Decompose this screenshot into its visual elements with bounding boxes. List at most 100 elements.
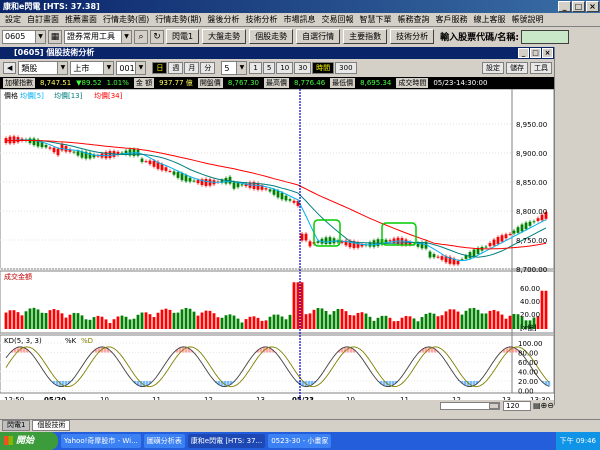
volume-bar: [516, 314, 520, 329]
menu-item-9[interactable]: 智慧下單: [357, 14, 395, 25]
period-button-2[interactable]: 月: [184, 62, 200, 74]
toolbar-button-2[interactable]: 個股走勢: [249, 29, 294, 44]
volume-bar: [168, 309, 172, 329]
menu-item-2[interactable]: 推薦畫面: [62, 14, 100, 25]
volume-bar: [176, 312, 180, 329]
volume-bar: [204, 310, 208, 329]
menu-item-1[interactable]: 自訂畫面: [24, 14, 62, 25]
period-button-1[interactable]: 週: [168, 62, 184, 74]
task-item-3[interactable]: 0523-30 - 小畫家: [268, 434, 332, 448]
candle-body: [384, 239, 388, 243]
volume-bar: [404, 316, 408, 329]
function-code-combo[interactable]: 0605 ▼: [2, 29, 46, 44]
period-button-0[interactable]: 日: [152, 62, 168, 74]
volume-bar: [448, 309, 452, 329]
menu-item-7[interactable]: 市場訊息: [281, 14, 319, 25]
sub-maximize-button[interactable]: □: [530, 48, 541, 58]
task-item-2[interactable]: 康和e閃電 [HTS: 37...: [187, 434, 266, 448]
volume-bar: [508, 315, 512, 329]
technical-chart[interactable]: 8,950.00 8,900.00 8,850.00 8,800.00 8,750.00…: [0, 89, 554, 405]
refresh-icon[interactable]: ↻: [150, 29, 164, 44]
volume-bar: [260, 320, 264, 329]
start-button[interactable]: 開始: [0, 432, 58, 450]
volume-tick-label: 60.00: [520, 285, 540, 293]
interval-combo[interactable]: 5 ▼: [221, 61, 248, 75]
volume-bar: [244, 319, 248, 329]
volume-bar: [56, 310, 60, 329]
minute-button-1[interactable]: 5: [262, 62, 276, 74]
toolbar-button-1[interactable]: 大盤走勢: [202, 29, 247, 44]
menu-item-5[interactable]: 盤後分析: [205, 14, 243, 25]
minute-button-5[interactable]: 300: [335, 62, 357, 74]
volume-bar: [124, 316, 128, 329]
volume-bar: [396, 320, 400, 329]
toolbar-button-4[interactable]: 主要指數: [343, 29, 388, 44]
right-button-0[interactable]: 設定: [482, 62, 504, 74]
zoom-icons[interactable]: ▤⊕⊖: [533, 401, 554, 410]
candle-body: [432, 254, 436, 258]
kd-legend-2: %D: [81, 337, 93, 345]
minute-button-4[interactable]: 時間: [312, 62, 335, 74]
scroll-track[interactable]: [440, 402, 500, 410]
volume-bar: [324, 310, 328, 329]
close-button[interactable]: ×: [586, 1, 599, 12]
market-combo[interactable]: 上市 ▼: [70, 61, 115, 75]
price-legend-1: 均價[5]: [20, 91, 44, 100]
volume-bar: [540, 290, 544, 329]
right-button-1[interactable]: 儲存: [506, 62, 528, 74]
stock-input[interactable]: [520, 29, 569, 44]
type-combo[interactable]: 類股 ▼: [18, 61, 69, 75]
right-button-2[interactable]: 工具: [530, 62, 552, 74]
zoom-combo[interactable]: 120: [503, 401, 531, 411]
volume-bar: [296, 282, 300, 329]
period-button-3[interactable]: 分: [200, 62, 216, 74]
price-legend-2: 均價[13]: [54, 91, 83, 100]
volume-bar: [52, 309, 56, 329]
candle-body: [428, 251, 432, 258]
minute-button-0[interactable]: 1: [249, 62, 262, 74]
grid-icon[interactable]: ▦: [48, 29, 62, 44]
menu-item-8[interactable]: 交易回報: [319, 14, 357, 25]
minimize-button[interactable]: _: [558, 1, 571, 12]
menu-item-4[interactable]: 行情走勢(期): [152, 14, 204, 25]
volume-bar: [292, 282, 296, 329]
candle-body: [300, 233, 304, 241]
volume-bar: [160, 309, 164, 329]
prev-button[interactable]: ◀: [3, 62, 17, 74]
minute-button-3[interactable]: 30: [294, 62, 312, 74]
toolbar-button-5[interactable]: 技術分析: [390, 29, 435, 44]
volume-tick-label: 40.00: [520, 298, 540, 306]
code-combo[interactable]: 001 ▼: [116, 61, 147, 75]
volume-bar: [488, 310, 492, 329]
menu-item-11[interactable]: 客戶服務: [433, 14, 471, 25]
sub-minimize-button[interactable]: _: [518, 48, 529, 58]
sub-close-button[interactable]: ×: [542, 48, 553, 58]
menu-item-6[interactable]: 技術分析: [243, 14, 281, 25]
chart-scrollbar[interactable]: 120 ▤⊕⊖: [0, 400, 554, 412]
menu-item-10[interactable]: 帳務查詢: [395, 14, 433, 25]
kd-legend-0: KD(5, 3, 3): [4, 337, 42, 345]
candle-body: [456, 260, 460, 265]
app-window: 康和e閃電 [HTS: 37.38] _ □ × 設定 自訂畫面 推薦畫面 行情走勢(…: [0, 0, 600, 450]
right-side-panel: [554, 47, 600, 405]
tool-combo[interactable]: 證券常用工具 ▼: [64, 29, 132, 44]
toolbar-button-0[interactable]: 閃電1: [166, 29, 200, 44]
scroll-thumb[interactable]: [489, 403, 499, 409]
task-item-0[interactable]: Yahoo!奇摩股市 - Wi...: [61, 434, 141, 448]
time-value: 05/23-14:30:00: [433, 79, 488, 87]
market-value: 上市: [73, 63, 90, 73]
menu-item-0[interactable]: 設定: [2, 14, 24, 25]
menu-item-12[interactable]: 線上客服: [471, 14, 509, 25]
volume-bar: [220, 317, 224, 329]
tab-0[interactable]: 閃電1: [2, 420, 31, 431]
minute-button-2[interactable]: 10: [276, 62, 294, 74]
toolbar-button-3[interactable]: 自選行情: [296, 29, 341, 44]
tab-1[interactable]: 個股技術: [32, 420, 71, 431]
menu-item-13[interactable]: 帳號說明: [509, 14, 547, 25]
task-item-1[interactable]: 圖磺分析表: [143, 434, 185, 448]
maximize-button[interactable]: □: [572, 1, 585, 12]
candle-body: [388, 240, 392, 242]
menu-item-3[interactable]: 行情走勢(國): [100, 14, 152, 25]
candle-body: [76, 151, 80, 156]
search-icon[interactable]: ⌕: [134, 29, 148, 44]
